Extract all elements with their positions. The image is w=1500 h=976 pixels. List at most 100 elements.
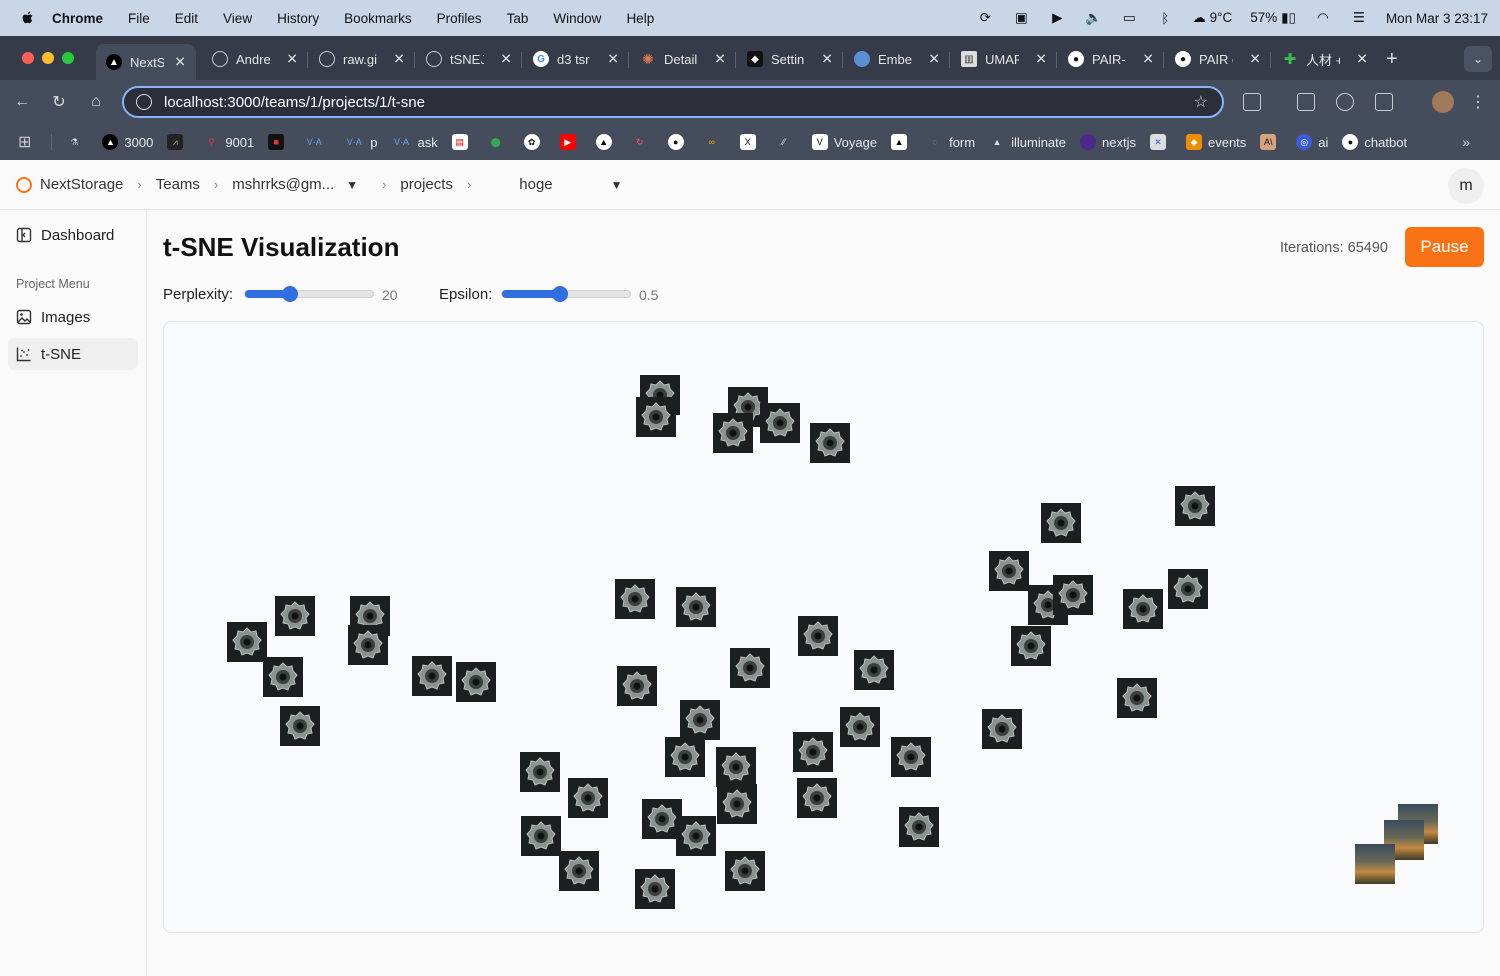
tab[interactable]: ▥ UMAP ✕ xyxy=(951,44,1057,74)
bookmark[interactable]: V·A xyxy=(304,134,330,150)
tsne-point-thumbnail[interactable] xyxy=(798,616,838,656)
menu-file[interactable]: File xyxy=(128,11,150,26)
close-tab-icon[interactable]: ✕ xyxy=(1142,51,1154,68)
bookmark[interactable]: ◆ events xyxy=(1185,134,1246,150)
menu-history[interactable]: History xyxy=(277,11,319,26)
tab[interactable]: raw.gi ✕ xyxy=(309,44,415,74)
home-icon[interactable]: ⌂ xyxy=(86,92,106,112)
back-icon[interactable]: ← xyxy=(12,92,32,112)
tsne-point-thumbnail[interactable] xyxy=(521,816,561,856)
tsne-point-thumbnail[interactable] xyxy=(275,596,315,636)
slider-thumb[interactable] xyxy=(281,286,298,302)
url-text[interactable]: localhost:3000/teams/1/projects/1/t-sne xyxy=(164,94,425,111)
bookmark[interactable]: ▲ xyxy=(891,134,913,150)
bookmark[interactable]: ⚲ 9001 xyxy=(203,134,254,150)
close-tab-icon[interactable]: ✕ xyxy=(393,51,405,68)
tsne-point-thumbnail[interactable] xyxy=(1117,678,1157,718)
tsne-point-thumbnail[interactable] xyxy=(854,650,894,690)
new-tab-button[interactable]: + xyxy=(1386,48,1398,71)
user-avatar[interactable]: m xyxy=(1448,168,1484,204)
weather-text[interactable]: ☁ 9°C xyxy=(1192,10,1232,26)
close-window-button[interactable] xyxy=(22,52,34,64)
tsne-point-thumbnail[interactable] xyxy=(1175,486,1215,526)
tsne-point-thumbnail[interactable] xyxy=(1168,569,1208,609)
close-tab-icon[interactable]: ✕ xyxy=(1249,51,1261,68)
bookmark[interactable]: ⁄⁄ xyxy=(776,134,798,150)
tab[interactable]: ● PAIR- ✕ xyxy=(1058,44,1164,74)
tsne-point-thumbnail[interactable] xyxy=(680,700,720,740)
incognito-icon[interactable] xyxy=(1336,93,1354,111)
tsne-point-thumbnail[interactable] xyxy=(568,778,608,818)
menu-window[interactable]: Window xyxy=(553,11,601,26)
close-tab-icon[interactable]: ✕ xyxy=(928,51,940,68)
menu-tab[interactable]: Tab xyxy=(507,11,529,26)
bookmark[interactable]: ↻ xyxy=(632,134,654,150)
tsne-point-thumbnail[interactable] xyxy=(713,413,753,453)
close-tab-icon[interactable]: ✕ xyxy=(500,51,512,68)
tsne-point-thumbnail[interactable] xyxy=(730,648,770,688)
bookmark[interactable]: V·A ask xyxy=(391,134,438,150)
bluetooth-icon[interactable]: ᛒ xyxy=(1156,10,1174,26)
tsne-point-thumbnail[interactable] xyxy=(760,403,800,443)
bookmark[interactable]: ● xyxy=(667,134,690,150)
more-bookmarks-icon[interactable]: » xyxy=(1462,134,1470,150)
bookmark[interactable]: ⚗ xyxy=(66,134,88,150)
bookmark-star-icon[interactable]: ☆ xyxy=(1194,92,1208,112)
tsne-point-thumbnail[interactable] xyxy=(615,579,655,619)
tsne-point-thumbnail[interactable] xyxy=(617,666,657,706)
tsne-point-thumbnail[interactable] xyxy=(1053,575,1093,615)
menu-bookmarks[interactable]: Bookmarks xyxy=(344,11,412,26)
tsne-point-thumbnail[interactable] xyxy=(263,657,303,697)
menu-edit[interactable]: Edit xyxy=(175,11,198,26)
tsne-point-thumbnail[interactable] xyxy=(810,423,850,463)
breadcrumb-teams[interactable]: Teams xyxy=(156,176,200,193)
control-center-icon[interactable]: ☰ xyxy=(1350,10,1368,26)
close-tab-icon[interactable]: ✕ xyxy=(714,51,726,68)
pause-button[interactable]: Pause xyxy=(1405,227,1484,267)
close-tab-icon[interactable]: ✕ xyxy=(286,51,298,68)
tsne-point-thumbnail[interactable] xyxy=(676,816,716,856)
breadcrumb-project[interactable]: hoge xyxy=(519,176,552,193)
bookmark[interactable]: nextjs xyxy=(1080,134,1136,150)
tsne-point-thumbnail[interactable] xyxy=(665,737,705,777)
bookmark[interactable]: ✿ xyxy=(523,134,546,150)
menu-app-name[interactable]: Chrome xyxy=(52,11,103,26)
sidebar-item-images[interactable]: Images xyxy=(8,301,138,333)
bookmark[interactable]: ▶ xyxy=(559,134,582,150)
bookmark[interactable]: A\ xyxy=(1260,134,1282,150)
more-menu-icon[interactable]: ⋮ xyxy=(1468,92,1488,112)
brand-link[interactable]: NextStorage xyxy=(40,176,123,193)
tab-search-button[interactable]: ⌄ xyxy=(1464,46,1492,72)
project-switcher-chevron-down-icon[interactable]: ▼ xyxy=(611,178,623,192)
tsne-point-thumbnail[interactable] xyxy=(456,662,496,702)
menu-help[interactable]: Help xyxy=(626,11,654,26)
breadcrumb-team[interactable]: mshrrks@gm... xyxy=(232,176,334,193)
tab[interactable]: ✚ 人材 + ✕ xyxy=(1272,44,1378,74)
tab[interactable]: ● PAIR c ✕ xyxy=(1165,44,1271,74)
sidebar-item-tsne[interactable]: t-SNE xyxy=(8,338,138,370)
perplexity-slider[interactable] xyxy=(244,286,374,302)
bookmark[interactable]: ▤ xyxy=(451,134,474,150)
apple-icon[interactable] xyxy=(20,10,36,26)
bookmark[interactable]: ◎ ai xyxy=(1296,134,1328,150)
bookmark[interactable]: ∞ xyxy=(704,134,726,150)
volume-icon[interactable]: 🔈 xyxy=(1084,10,1102,26)
reload-icon[interactable]: ↻ xyxy=(49,92,69,112)
close-tab-icon[interactable]: ✕ xyxy=(607,51,619,68)
tsne-point-thumbnail[interactable] xyxy=(635,869,675,909)
bookmark[interactable]: V Voyage xyxy=(811,134,877,150)
tsne-point-thumbnail[interactable] xyxy=(280,706,320,746)
tsne-point-thumbnail[interactable] xyxy=(559,851,599,891)
sync-icon[interactable]: ⟳ xyxy=(976,10,994,26)
docker-icon[interactable]: ▣ xyxy=(1012,10,1030,26)
team-switcher-chevron-down-icon[interactable]: ▼ xyxy=(346,178,358,192)
tab[interactable]: ✺ Detail ✕ xyxy=(630,44,736,74)
menu-view[interactable]: View xyxy=(223,11,252,26)
bookmark[interactable]: ■ xyxy=(268,134,290,150)
tsne-point-thumbnail[interactable] xyxy=(840,707,880,747)
bookmark[interactable]: X xyxy=(739,134,762,150)
bookmark[interactable]: ✕ xyxy=(1149,134,1172,150)
bookmark[interactable]: ● chatbot xyxy=(1342,134,1407,150)
close-tab-icon[interactable]: ✕ xyxy=(1035,51,1047,68)
profile-avatar[interactable] xyxy=(1432,91,1454,113)
